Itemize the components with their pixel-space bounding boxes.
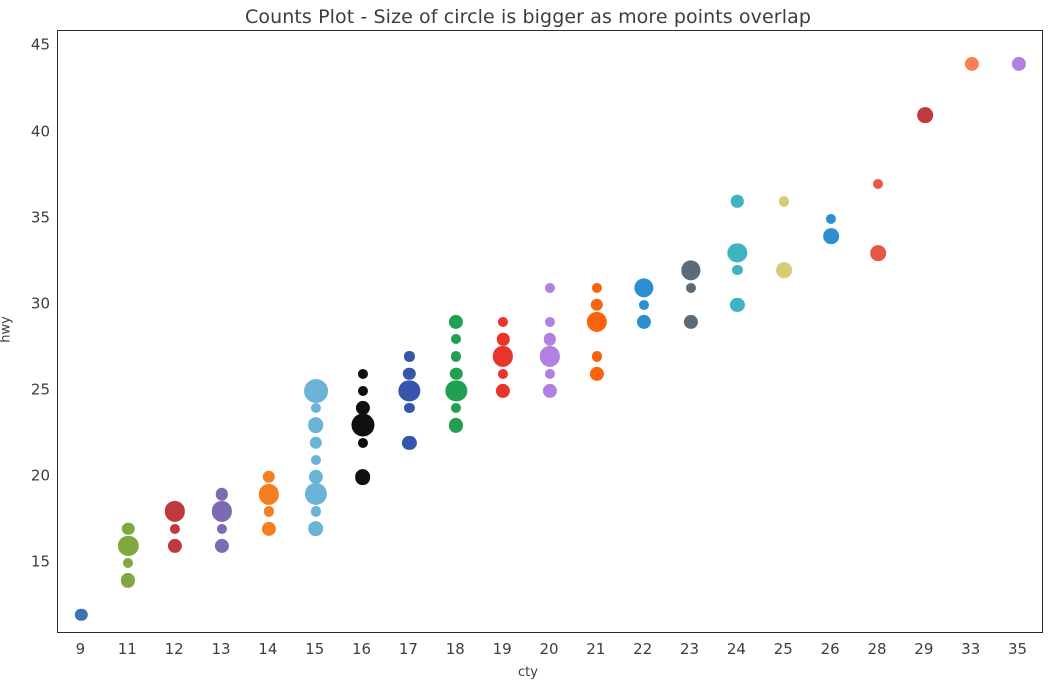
data-point [685, 282, 696, 293]
data-point [727, 243, 748, 263]
data-point [492, 346, 514, 367]
data-point [402, 435, 417, 450]
counts-plot-figure: Counts Plot - Size of circle is bigger a… [0, 0, 1056, 691]
y-axis-title: hwy [0, 316, 14, 343]
data-point [498, 368, 509, 379]
data-point [258, 484, 280, 505]
data-point [449, 314, 464, 330]
data-point [351, 413, 375, 437]
y-tick-label: 35 [30, 208, 50, 227]
data-point [636, 314, 651, 330]
data-point [498, 316, 509, 328]
y-tick-label: 40 [30, 122, 50, 141]
data-point [451, 351, 462, 362]
data-point [307, 417, 324, 434]
data-point [308, 469, 323, 485]
data-point [917, 107, 933, 124]
data-point [589, 366, 604, 381]
data-point [779, 196, 790, 207]
y-tick-label: 20 [30, 466, 50, 485]
data-point [164, 501, 186, 522]
data-point [680, 260, 701, 281]
data-point [404, 403, 415, 414]
data-point [357, 437, 368, 448]
data-point [304, 483, 327, 506]
y-tick-label: 45 [30, 35, 50, 54]
data-point [357, 385, 368, 396]
data-point [261, 521, 276, 536]
data-point [1011, 56, 1026, 71]
data-point [307, 520, 324, 537]
data-point [496, 333, 510, 346]
data-point [75, 608, 88, 621]
data-point [732, 265, 743, 276]
data-point [964, 56, 979, 71]
data-point [730, 297, 745, 312]
plot-area [57, 30, 1043, 633]
data-point [211, 501, 233, 522]
data-point [591, 282, 602, 293]
data-point [170, 523, 181, 534]
data-point [496, 383, 511, 398]
data-point [450, 367, 463, 380]
data-point [449, 418, 464, 433]
data-point [590, 298, 604, 311]
x-tick-label: 35 [1008, 640, 1028, 658]
data-point [357, 368, 368, 379]
data-point [123, 558, 134, 569]
data-point [263, 506, 274, 517]
data-point [731, 195, 744, 208]
data-point [826, 213, 837, 224]
data-point [542, 383, 558, 398]
data-point [823, 228, 839, 244]
data-point [122, 522, 135, 535]
data-point [310, 454, 321, 465]
data-point [118, 535, 139, 557]
data-point [634, 277, 654, 298]
x-axis-title: cty [518, 665, 538, 680]
data-point [404, 351, 415, 362]
data-point [215, 488, 229, 501]
data-point [121, 573, 136, 588]
data-point [303, 378, 328, 403]
data-point [168, 538, 183, 553]
data-point [544, 368, 556, 379]
data-point [544, 316, 556, 328]
data-point [309, 436, 322, 449]
data-point [543, 333, 557, 346]
data-point [683, 314, 698, 330]
data-point [398, 380, 421, 402]
data-point [870, 245, 886, 261]
data-point [310, 403, 321, 414]
data-point [544, 282, 556, 293]
data-point [214, 538, 230, 553]
data-point [776, 262, 793, 279]
data-point [403, 367, 416, 380]
data-point [451, 403, 462, 414]
data-point [586, 311, 608, 333]
data-point [445, 380, 467, 402]
data-point [872, 179, 884, 190]
chart-title: Counts Plot - Size of circle is bigger a… [245, 6, 811, 28]
data-point [539, 346, 561, 367]
data-point [262, 470, 276, 484]
data-point [638, 299, 649, 310]
data-point [310, 506, 321, 517]
y-tick-label: 15 [30, 552, 50, 571]
data-point [591, 351, 602, 362]
data-point [216, 523, 228, 534]
data-point [451, 334, 462, 345]
data-point [354, 469, 371, 485]
y-tick-label: 25 [30, 380, 50, 399]
